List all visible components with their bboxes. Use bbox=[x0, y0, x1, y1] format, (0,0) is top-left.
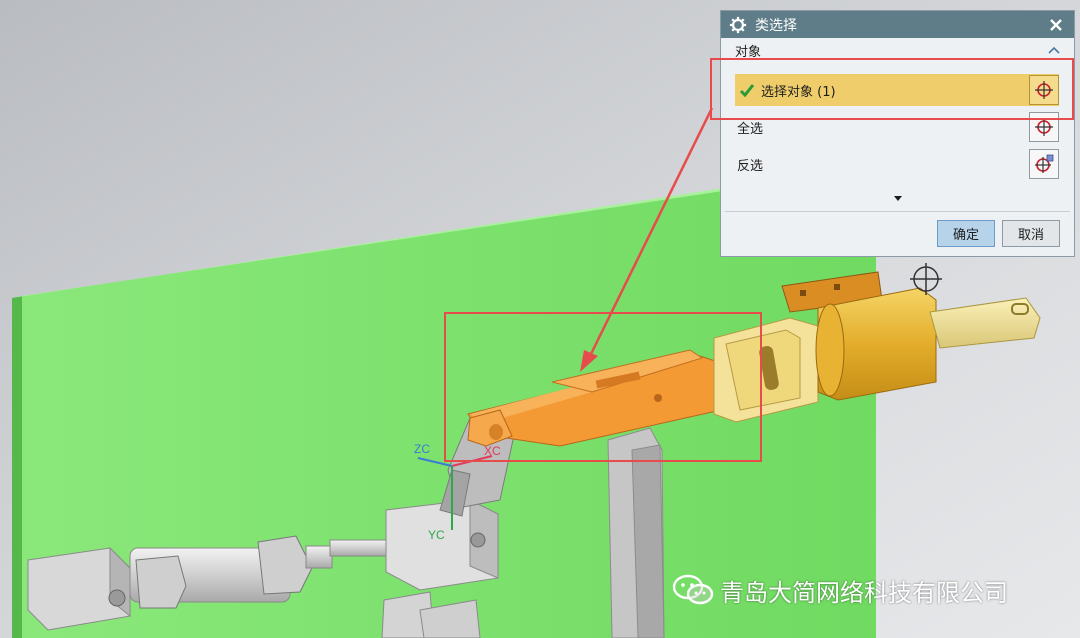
objects-section-header[interactable]: 对象 bbox=[721, 38, 1074, 62]
select-all-row[interactable]: 全选 bbox=[735, 111, 1059, 143]
close-icon bbox=[1050, 18, 1062, 31]
wechat-icon bbox=[672, 574, 714, 605]
select-all-label: 全选 bbox=[737, 121, 764, 137]
gear-icon bbox=[729, 16, 747, 33]
class-selection-dialog: 类选择 对象 选择对象 (1) 全选 反选 确定 取消 bbox=[720, 10, 1075, 257]
watermark-text: 青岛大简网络科技有限公司 bbox=[720, 578, 1008, 607]
ok-button[interactable]: 确定 bbox=[937, 220, 995, 247]
dialog-title-bar: 类选择 bbox=[721, 11, 1074, 38]
dialog-title: 类选择 bbox=[755, 17, 797, 34]
select-objects-button[interactable] bbox=[1029, 75, 1059, 105]
select-objects-row[interactable]: 选择对象 (1) bbox=[735, 74, 1059, 106]
cancel-button[interactable]: 取消 bbox=[1002, 220, 1060, 247]
section-label: 对象 bbox=[735, 44, 762, 60]
support-link[interactable] bbox=[607, 427, 665, 638]
invert-selection-label: 反选 bbox=[737, 158, 764, 174]
expand-arrow-icon bbox=[893, 196, 902, 201]
more-options-toggle[interactable] bbox=[721, 193, 1074, 209]
invert-selection-button[interactable] bbox=[1029, 149, 1059, 179]
axis-label-yc: YC bbox=[428, 528, 445, 542]
crosshair-icon bbox=[1035, 81, 1053, 99]
select-objects-label: 选择对象 (1) bbox=[761, 84, 836, 100]
crosshair-icon bbox=[1035, 154, 1054, 173]
collapse-chevron-icon[interactable] bbox=[1048, 46, 1060, 54]
dialog-divider bbox=[725, 211, 1070, 212]
crosshair-icon bbox=[1035, 118, 1053, 136]
invert-selection-row[interactable]: 反选 bbox=[735, 148, 1059, 180]
select-all-button[interactable] bbox=[1029, 112, 1059, 142]
axis-label-zc: ZC bbox=[414, 442, 430, 456]
watermark: 青岛大简网络科技有限公司 bbox=[672, 570, 1008, 610]
axis-label-xc: XC bbox=[484, 444, 501, 458]
check-icon bbox=[739, 84, 755, 98]
close-button[interactable] bbox=[1046, 15, 1066, 35]
